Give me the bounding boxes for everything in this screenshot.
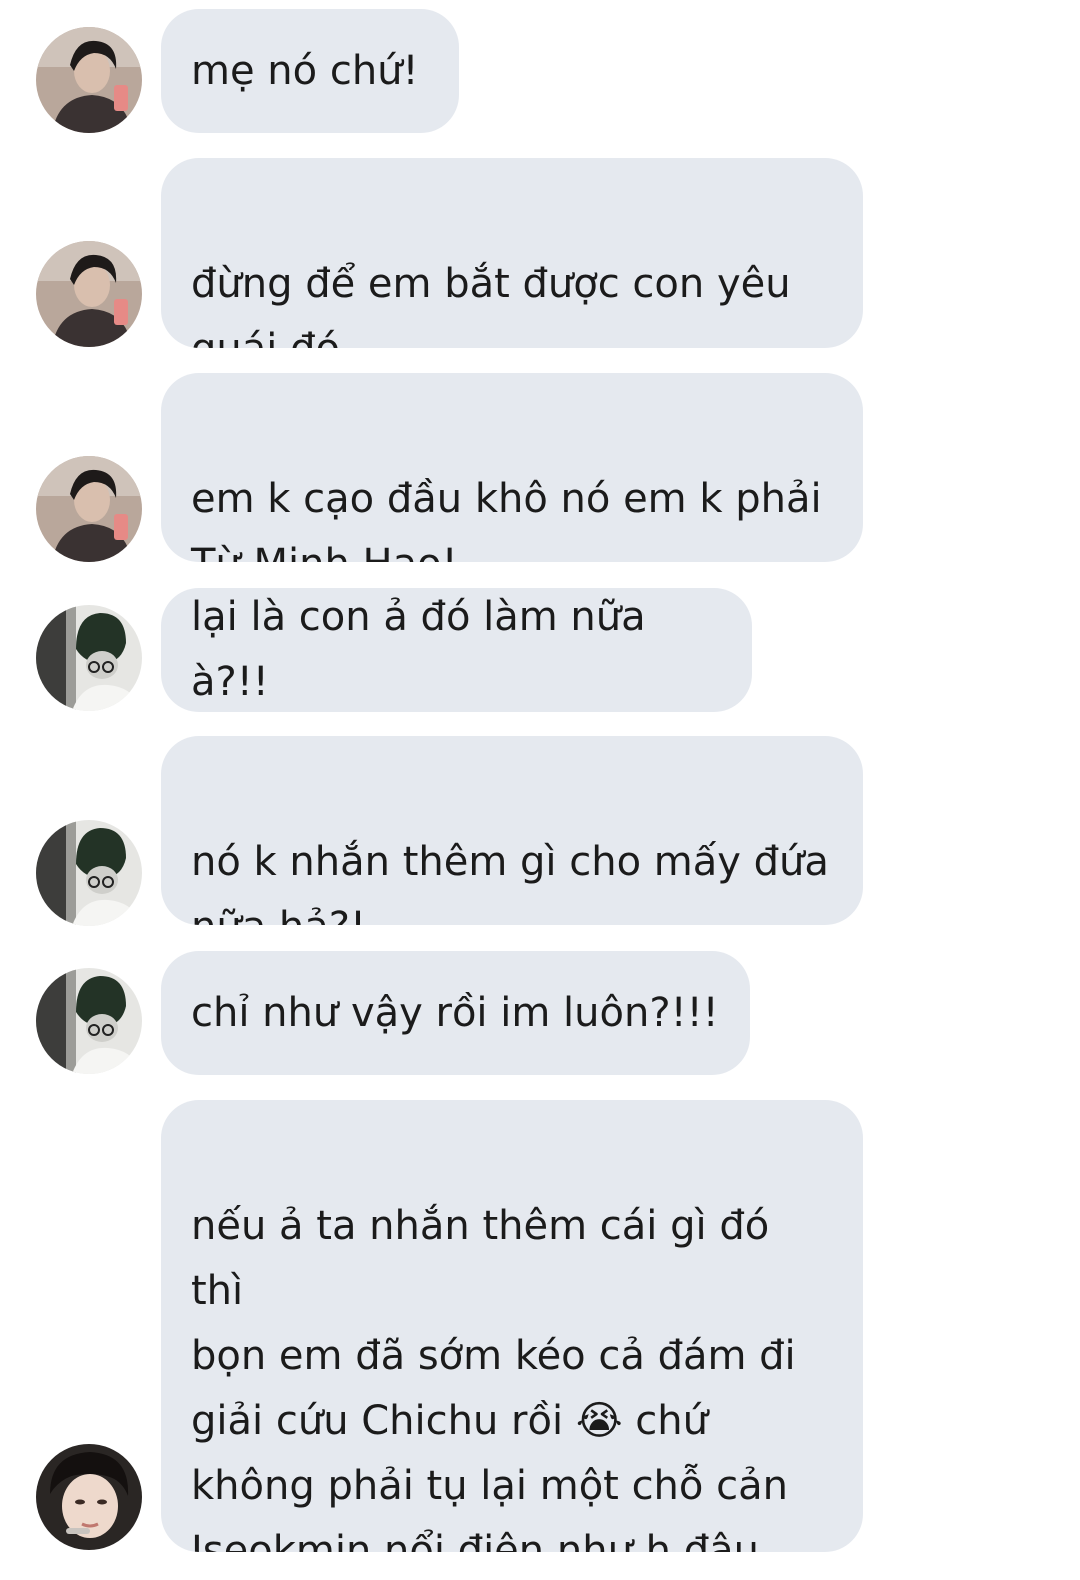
avatar-image (36, 456, 142, 562)
message-bubble[interactable]: đừng để em bắt được con yêu quái đó (161, 158, 863, 348)
avatar-image (36, 968, 142, 1074)
avatar-user-b[interactable] (36, 968, 142, 1074)
message-bubble[interactable]: nó k nhắn thêm gì cho mấy đứa nữa hả?! (161, 736, 863, 925)
message-bubble[interactable]: lại là con ả đó làm nữa à?!! (161, 588, 752, 712)
message-bubble[interactable]: nếu ả ta nhắn thêm cái gì đó thì bọn em … (161, 1100, 863, 1552)
avatar-image (36, 1444, 142, 1550)
message-bubble[interactable]: chỉ như vậy rồi im luôn?!!! (161, 951, 750, 1075)
avatar-image (36, 820, 142, 926)
avatar-image (36, 241, 142, 347)
avatar-image (36, 605, 142, 711)
avatar-image (36, 27, 142, 133)
message-bubble[interactable]: em k cạo đầu khô nó em k phải Từ Minh Hạ… (161, 373, 863, 562)
message-text: em k cạo đầu khô nó em k phải Từ Minh Hạ… (191, 476, 822, 562)
avatar-user-a[interactable] (36, 241, 142, 347)
message-text: đừng để em bắt được con yêu quái đó (191, 261, 791, 348)
avatar-user-c[interactable] (36, 1444, 142, 1550)
message-bubble[interactable]: mẹ nó chứ! (161, 9, 459, 133)
avatar-user-b[interactable] (36, 820, 142, 926)
message-text: nó k nhắn thêm gì cho mấy đứa nữa hả?! (191, 839, 829, 925)
avatar-user-a[interactable] (36, 27, 142, 133)
message-text: chỉ như vậy rồi im luôn?!!! (191, 989, 719, 1036)
avatar-user-a[interactable] (36, 456, 142, 562)
message-text: mẹ nó chứ! (191, 47, 419, 94)
message-text: lại là con ả đó làm nữa à?!! (191, 594, 646, 705)
crying-emoji-icon: 😭 (575, 1398, 623, 1444)
avatar-user-b[interactable] (36, 605, 142, 711)
